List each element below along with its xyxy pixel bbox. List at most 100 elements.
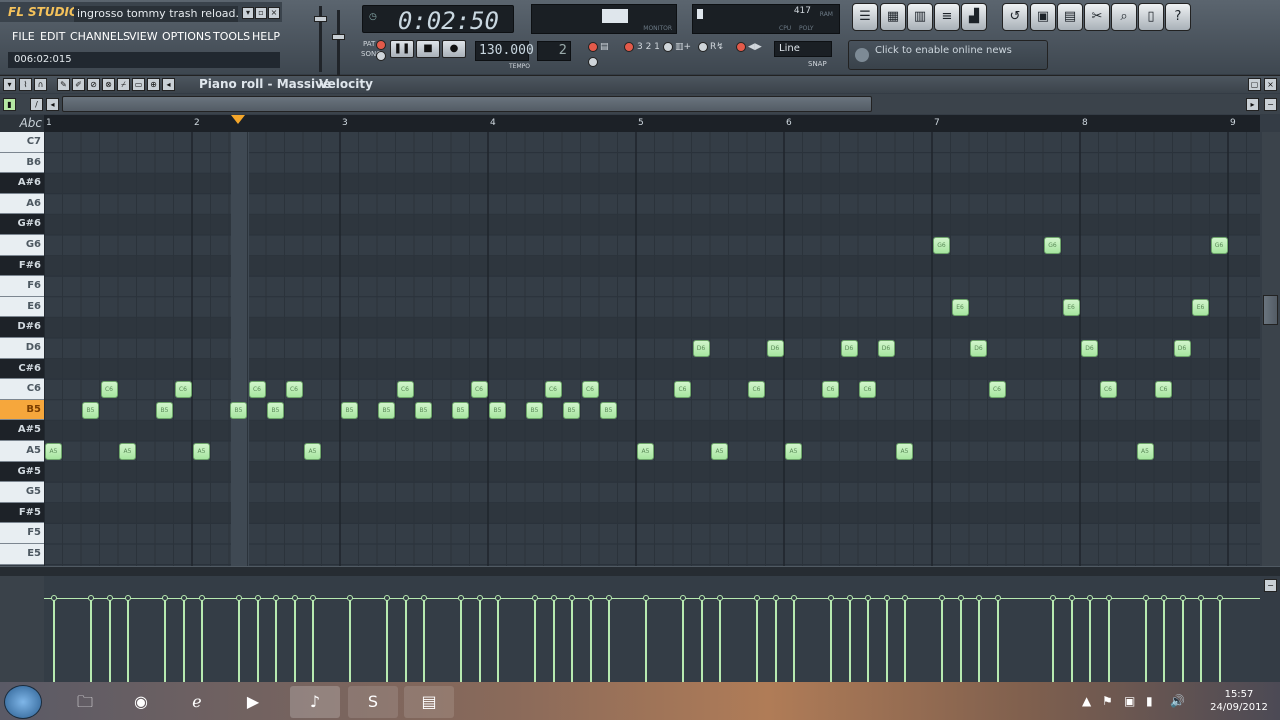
help-icon[interactable]: ? [1165, 3, 1191, 31]
step-edit-icon[interactable]: ▥+ [675, 42, 691, 52]
velocity-handle[interactable] [1161, 595, 1167, 601]
velocity-stem[interactable] [423, 598, 425, 682]
bar-number[interactable]: 8 [1082, 118, 1088, 128]
velocity-handle[interactable] [587, 595, 594, 601]
velocity-stem[interactable] [1107, 598, 1110, 682]
bar-number[interactable]: 1 [46, 118, 52, 128]
velocity-handle[interactable] [1216, 595, 1223, 601]
song-mode-led[interactable] [376, 51, 386, 61]
select-icon[interactable]: ▭ [132, 78, 145, 91]
velocity-stem[interactable] [589, 598, 592, 682]
note-C6[interactable]: C6 [285, 381, 303, 399]
velocity-stem[interactable] [552, 598, 555, 682]
chrome-icon[interactable]: ◉ [116, 686, 166, 718]
save-icon[interactable]: ▣ [1030, 3, 1056, 31]
menu-file[interactable]: FILE [8, 28, 39, 46]
play-icon[interactable]: ◂ [162, 78, 175, 91]
velocity-handle[interactable] [865, 595, 871, 601]
typing-keyboard-led[interactable] [588, 57, 598, 67]
piano-key[interactable]: B5 [0, 399, 44, 421]
velocity-stem[interactable] [1089, 598, 1091, 682]
velocity-stem[interactable] [830, 598, 832, 682]
menu-edit[interactable]: EDIT [36, 28, 69, 46]
piano-key[interactable]: C6 [0, 379, 44, 400]
note-D6[interactable]: D6 [692, 340, 710, 357]
velocity-stem[interactable] [1163, 598, 1165, 682]
velocity-handle[interactable] [1087, 595, 1093, 601]
velocity-stem[interactable] [478, 598, 481, 682]
note-E6[interactable]: E6 [1192, 298, 1209, 316]
velocity-handle[interactable] [902, 595, 908, 601]
velocity-stem[interactable] [1144, 598, 1147, 682]
velocity-handle[interactable] [236, 595, 242, 601]
vertical-scroll-thumb[interactable] [1263, 295, 1278, 325]
note-B5[interactable]: B5 [415, 401, 432, 419]
song-time-display[interactable]: ◷ 0:02:50 [362, 5, 514, 35]
internet-explorer-icon[interactable]: ℯ [172, 686, 222, 718]
velocity-handle[interactable] [976, 595, 982, 601]
piano-roll-icon[interactable]: ▥ [907, 3, 933, 31]
velocity-stem[interactable] [256, 598, 259, 682]
note-C6[interactable]: C6 [988, 381, 1006, 399]
restore-icon[interactable]: ▫ [255, 7, 267, 19]
velocity-handle[interactable] [1142, 595, 1149, 601]
velocity-stem[interactable] [164, 598, 166, 682]
velocity-stem[interactable] [182, 598, 185, 682]
velocity-stem[interactable] [608, 598, 610, 682]
velocity-handle[interactable] [1105, 595, 1112, 601]
velocity-handle[interactable] [476, 595, 483, 601]
velocity-stem[interactable] [293, 598, 296, 682]
bar-number[interactable]: 3 [342, 118, 348, 128]
note-B5[interactable]: B5 [378, 401, 395, 419]
countdown-icon[interactable]: 3 2 1 [637, 42, 660, 52]
velocity-handle[interactable] [162, 595, 168, 601]
note-D6[interactable]: D6 [877, 340, 895, 357]
bar-number[interactable]: 6 [786, 118, 792, 128]
keyboard-label-toggle[interactable]: Abc [0, 115, 44, 132]
velocity-handle[interactable] [754, 595, 760, 601]
piano-key[interactable]: F#6 [0, 255, 44, 277]
note-D6[interactable]: D6 [840, 340, 858, 357]
note-B5[interactable]: B5 [563, 401, 580, 419]
detach-icon[interactable]: ▢ [1248, 78, 1261, 91]
note-A5[interactable]: A5 [45, 443, 62, 460]
loop-icon[interactable]: ◀▶ [748, 42, 762, 52]
zoom-icon[interactable]: ⊕ [147, 78, 160, 91]
velocity-handle[interactable] [1050, 595, 1056, 601]
mixer-icon[interactable]: ▟ [961, 3, 987, 31]
velocity-handle[interactable] [883, 595, 890, 601]
note-A5[interactable]: A5 [304, 443, 321, 460]
countdown-led[interactable] [624, 42, 634, 52]
piano-roll-title[interactable]: Piano roll - Massive [199, 77, 331, 91]
bar-number[interactable]: 5 [638, 118, 644, 128]
note-C6[interactable]: C6 [100, 381, 118, 399]
velocity-stem[interactable] [1052, 598, 1054, 682]
zoom-out-icon[interactable]: − [1264, 98, 1277, 111]
note-E6[interactable]: E6 [951, 298, 969, 316]
velocity-handle[interactable] [550, 595, 557, 601]
menu-channels[interactable]: CHANNELS [66, 28, 134, 46]
velocity-handle[interactable] [458, 595, 464, 601]
note-B5[interactable]: B5 [489, 401, 506, 419]
undo-icon[interactable]: ↺ [1002, 3, 1028, 31]
velocity-stem[interactable] [793, 598, 795, 682]
note-G6[interactable]: G6 [933, 237, 950, 254]
note-E6[interactable]: E6 [1062, 298, 1080, 316]
velocity-stem[interactable] [719, 598, 721, 682]
velocity-handle[interactable] [254, 595, 261, 601]
velocity-stem[interactable] [1070, 598, 1073, 682]
velocity-stem[interactable] [645, 598, 647, 682]
master-volume-slider[interactable] [312, 6, 328, 72]
note-D6[interactable]: D6 [970, 340, 987, 357]
piano-key[interactable]: G#5 [0, 461, 44, 483]
menu-options[interactable]: OPTIONS [158, 28, 215, 46]
velocity-stem[interactable] [238, 598, 240, 682]
velocity-stem[interactable] [108, 598, 111, 682]
piano-key[interactable]: D#6 [0, 317, 44, 338]
note-C6[interactable]: C6 [1155, 381, 1172, 399]
note-G6[interactable]: G6 [1044, 237, 1061, 254]
velocity-handle[interactable] [994, 595, 1001, 601]
piano-key[interactable]: D6 [0, 338, 44, 359]
note-B5[interactable]: B5 [82, 401, 99, 419]
note-B5[interactable]: B5 [267, 401, 284, 419]
